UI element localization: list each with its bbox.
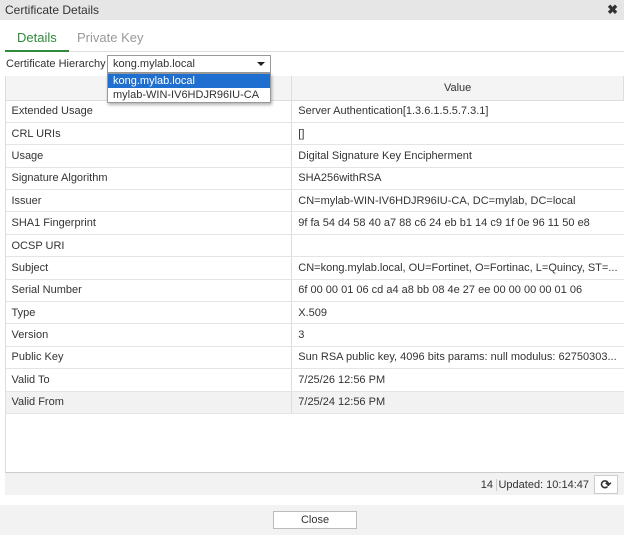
field-value: CN=mylab-WIN-IV6HDJR96IU-CA, DC=mylab, D… [291,189,624,213]
table-row[interactable]: Version 3 [5,323,624,347]
tab-details[interactable]: Details [5,30,69,52]
field-name: Valid From [5,391,292,414]
updated-time: Updated: 10:14:47 [498,479,589,491]
close-icon[interactable]: ✖ [607,2,618,18]
close-button[interactable]: Close [273,511,357,529]
table-row[interactable]: Serial Number 6f 00 00 01 06 cd a4 a8 bb … [5,279,624,303]
selected-value: kong.mylab.local [113,58,195,70]
refresh-icon[interactable]: ⟳ [594,475,618,494]
field-value: [] [291,122,624,146]
field-value [291,234,624,258]
field-value: 9f fa 54 d4 58 40 a7 88 c6 24 eb b1 14 c… [291,211,624,235]
field-name: Extended Usage [5,100,292,123]
field-name: Valid To [5,368,292,392]
caret-down-icon [257,62,265,66]
field-value: Digital Signature Key Encipherment [291,144,624,168]
certificate-hierarchy-label: Certificate Hierarchy [6,58,106,70]
table-row[interactable]: Public Key Sun RSA public key, 4096 bits … [5,346,624,370]
details-table: Value Extended Usage Server Authenticatio… [4,76,624,414]
field-value: 7/25/26 12:56 PM [291,368,624,392]
field-value: Server Authentication[1.3.6.1.5.5.7.3.1] [291,100,624,123]
table-row[interactable]: Valid To 7/25/26 12:56 PM [5,368,624,392]
field-value: 3 [291,323,624,347]
hierarchy-dropdown: kong.mylab.local mylab-WIN-IV6HDJR96IU-C… [107,73,271,103]
certificate-hierarchy-select[interactable]: kong.mylab.local [107,55,271,73]
field-name: CRL URIs [5,122,292,146]
field-name: SHA1 Fingerprint [5,211,292,235]
field-name: Subject [5,256,292,280]
table-row[interactable]: Extended Usage Server Authentication[1.3.… [5,100,624,123]
field-name: Version [5,323,292,347]
dropdown-option[interactable]: mylab-WIN-IV6HDJR96IU-CA [108,88,270,102]
row-count: 14 [481,479,497,491]
table-row[interactable]: Usage Digital Signature Key Encipherment [5,144,624,168]
column-header-value[interactable]: Value [291,76,624,101]
field-value: Sun RSA public key, 4096 bits params: nu… [291,346,624,370]
field-name: Issuer [5,189,292,213]
tab-bar: Details Private Key [5,27,624,52]
table-row[interactable]: SHA1 Fingerprint 9f fa 54 d4 58 40 a7 88 … [5,211,624,235]
table-row[interactable]: Signature Algorithm SHA256withRSA [5,167,624,191]
dialog-title-bar: Certificate Details ✖ [0,0,624,20]
table-row[interactable]: Valid From 7/25/24 12:56 PM [5,391,624,414]
field-value: 7/25/24 12:56 PM [291,391,624,414]
field-value: SHA256withRSA [291,167,624,191]
table-row[interactable]: Type X.509 [5,301,624,325]
field-name: Serial Number [5,279,292,303]
field-name: OCSP URI [5,234,292,258]
field-value: 6f 00 00 01 06 cd a4 a8 bb 08 4e 27 ee 0… [291,279,624,303]
table-row[interactable]: Issuer CN=mylab-WIN-IV6HDJR96IU-CA, DC=my… [5,189,624,213]
field-name: Signature Algorithm [5,167,292,191]
table-row[interactable]: Subject CN=kong.mylab.local, OU=Fortinet,… [5,256,624,280]
field-name: Usage [5,144,292,168]
field-name: Type [5,301,292,325]
field-name: Public Key [5,346,292,370]
dialog-title: Certificate Details [5,3,100,17]
status-bar: 14 Updated: 10:14:47 ⟳ [5,472,624,495]
field-value: X.509 [291,301,624,325]
table-row[interactable]: OCSP URI [5,234,624,258]
dropdown-option[interactable]: kong.mylab.local [108,74,270,88]
table-row[interactable]: CRL URIs[] [5,122,624,146]
field-value: CN=kong.mylab.local, OU=Fortinet, O=Fort… [291,256,624,280]
dialog-footer: Close [0,505,624,535]
tab-private-key[interactable]: Private Key [65,30,155,52]
